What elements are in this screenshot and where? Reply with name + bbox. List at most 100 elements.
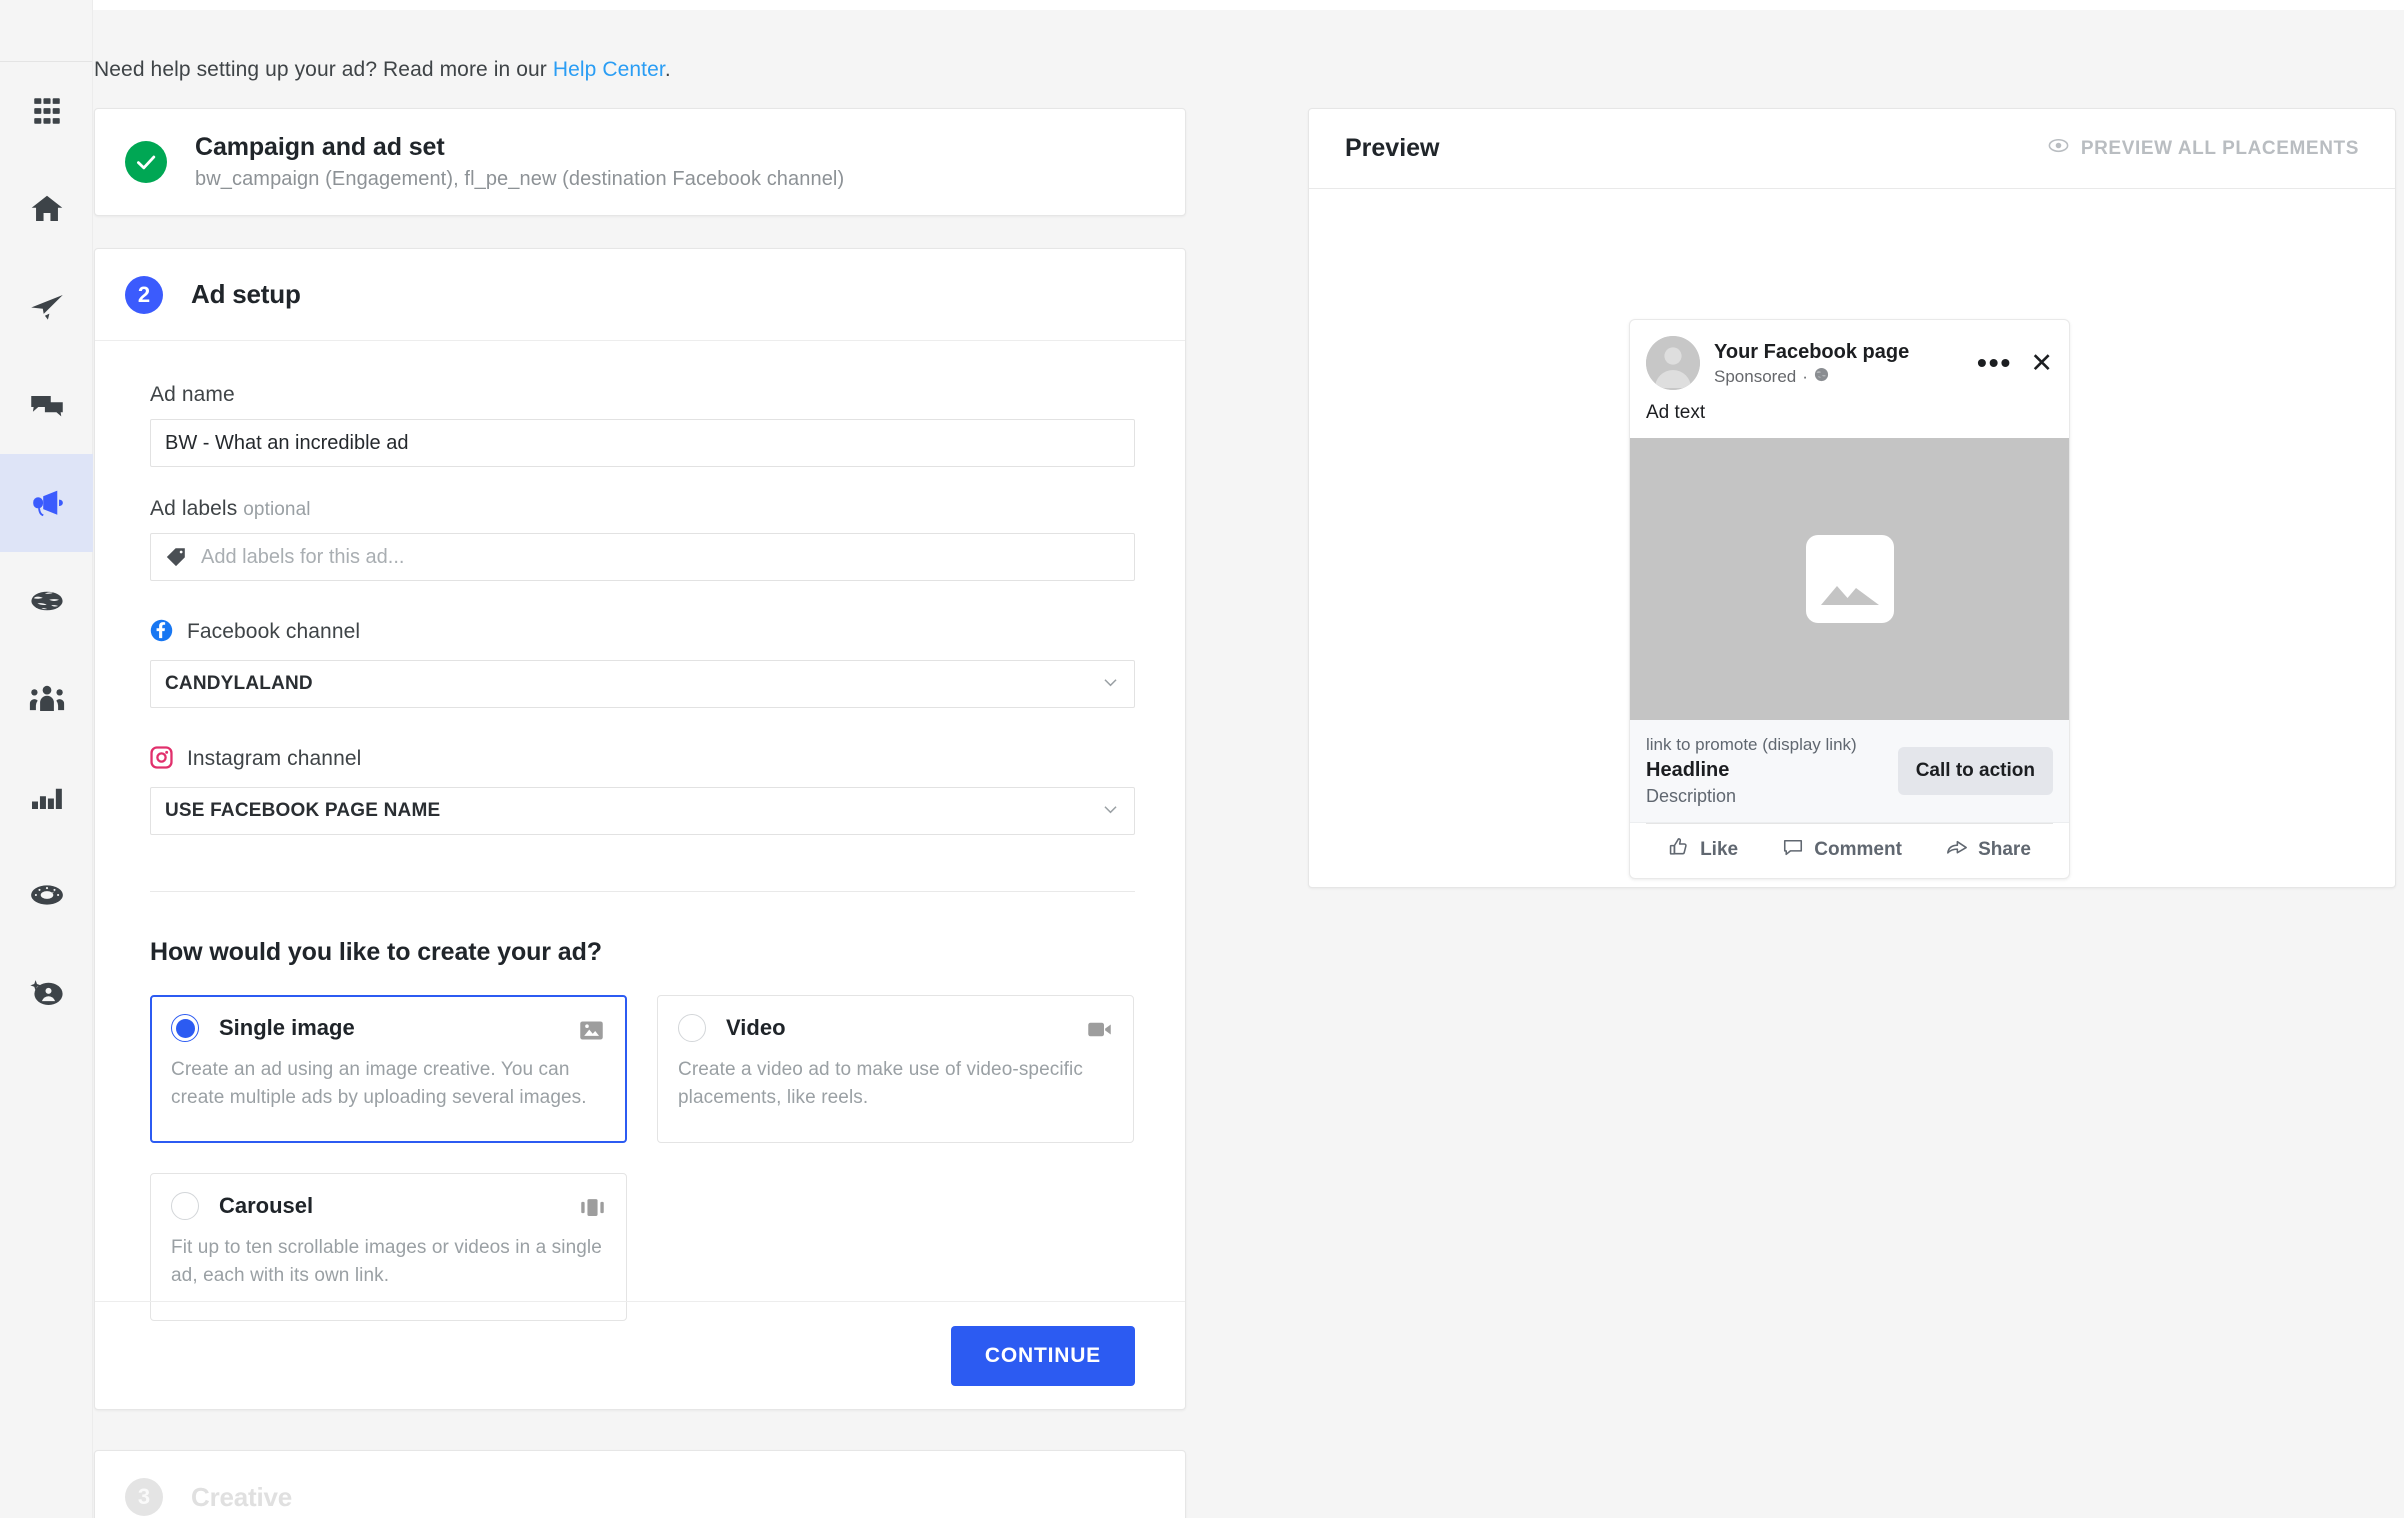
- help-text-before: Need help setting up your ad? Read more …: [94, 58, 553, 81]
- radio-carousel[interactable]: [171, 1192, 199, 1220]
- page-root: Need help setting up your ad? Read more …: [0, 0, 2404, 1518]
- preview-title: Preview: [1345, 134, 1440, 162]
- format-option-single-image[interactable]: Single image Create an ad using an image…: [150, 995, 627, 1143]
- ad-labels-optional-tag: optional: [243, 499, 311, 520]
- preview-header: Preview PREVIEW ALL PLACEMENTS: [1309, 109, 2395, 189]
- campaign-card-subtitle: bw_campaign (Engagement), fl_pe_new (des…: [195, 167, 845, 190]
- ad-description: Description: [1646, 785, 1737, 806]
- speedometer-icon: [29, 877, 65, 913]
- ad-preview-header: Your Facebook page Sponsored · ••• ✕: [1630, 320, 2069, 398]
- top-strip: [93, 0, 2404, 10]
- image-placeholder-icon: [1805, 535, 1894, 623]
- format-option-description: Create an ad using an image creative. Yo…: [171, 1059, 587, 1108]
- chevron-down-icon: [1101, 800, 1120, 823]
- share-label: Share: [1978, 839, 2031, 861]
- step-badge-3: 3: [125, 1478, 163, 1516]
- eye-icon: [2048, 135, 2069, 162]
- ad-image-placeholder: [1630, 438, 2069, 720]
- format-option-label: Carousel: [219, 1193, 314, 1218]
- paper-plane-icon: [29, 289, 65, 325]
- sidebar-item-audience[interactable]: [0, 650, 93, 748]
- chevron-down-icon: [1101, 673, 1120, 696]
- bar-chart-icon: [29, 779, 65, 815]
- sidebar-item-benchmark[interactable]: [0, 846, 93, 944]
- ad-name-input[interactable]: BW - What an incredible ad: [150, 419, 1135, 467]
- creative-title: Creative: [191, 1481, 293, 1512]
- format-option-description: Create a video ad to make use of video-s…: [678, 1059, 1083, 1108]
- carousel-icon: [579, 1194, 606, 1226]
- ad-labels-placeholder: Add labels for this ad...: [201, 545, 405, 568]
- radio-single-image[interactable]: [171, 1014, 199, 1042]
- sidebar-item-apps[interactable]: [0, 62, 93, 160]
- form-divider: [150, 891, 1135, 892]
- instagram-channel-select[interactable]: USE FACEBOOK PAGE NAME: [150, 787, 1135, 835]
- ad-format-question: How would you like to create your ad?: [150, 938, 602, 966]
- sidebar-item-influencers[interactable]: [0, 944, 93, 1042]
- ad-format-options: Single image Create an ad using an image…: [150, 995, 1135, 1321]
- sidebar-item-publish[interactable]: [0, 258, 93, 356]
- preview-all-placements-label: PREVIEW ALL PLACEMENTS: [2080, 137, 2359, 159]
- help-text-after: .: [664, 58, 671, 81]
- image-icon: [578, 1017, 605, 1049]
- comment-button[interactable]: Comment: [1782, 836, 1902, 864]
- help-center-link[interactable]: Help Center: [553, 58, 665, 81]
- sidebar-item-analyze[interactable]: [0, 748, 93, 846]
- radio-video[interactable]: [678, 1014, 706, 1042]
- left-nav-rail: [0, 0, 93, 1518]
- sidebar-item-monitor[interactable]: [0, 552, 93, 650]
- ellipsis-icon[interactable]: •••: [1977, 349, 2012, 377]
- format-option-carousel[interactable]: Carousel Fit up to ten scrollable images…: [150, 1173, 627, 1321]
- ad-engagement-bar: Like Comment Share: [1630, 823, 2069, 878]
- thumbs-up-icon: [1668, 836, 1690, 864]
- ad-link-bar: link to promote (display link) Headline …: [1630, 720, 2069, 824]
- megaphone-icon: [28, 484, 66, 522]
- instagram-channel-label-text: Instagram channel: [186, 747, 362, 770]
- ad-setup-title: Ad setup: [191, 279, 301, 309]
- creative-card[interactable]: 3 Creative: [94, 1450, 1186, 1518]
- format-option-label: Single image: [219, 1015, 355, 1040]
- influencer-icon: [29, 975, 65, 1011]
- ad-page-name: Your Facebook page: [1714, 340, 1910, 363]
- campaign-card-title: Campaign and ad set: [195, 133, 445, 162]
- preview-panel: Preview PREVIEW ALL PLACEMENTS Your Face…: [1308, 108, 2396, 888]
- preview-stage: Your Facebook page Sponsored · ••• ✕ Ad …: [1309, 189, 2395, 887]
- ad-setup-card: 2 Ad setup Ad name BW - What an incredib…: [94, 248, 1186, 1410]
- call-to-action-button[interactable]: Call to action: [1897, 747, 2053, 796]
- sidebar-item-engage[interactable]: [0, 356, 93, 454]
- continue-button[interactable]: CONTINUE: [950, 1325, 1135, 1386]
- check-circle-icon: [125, 141, 167, 183]
- video-camera-icon: [1086, 1016, 1113, 1048]
- facebook-channel-value: CANDYLALAND: [165, 673, 313, 694]
- sidebar-item-advertise[interactable]: [0, 454, 93, 552]
- globe-icon: [29, 583, 65, 619]
- ad-separator-dot: ·: [1802, 366, 1808, 386]
- ad-name-label: Ad name: [150, 383, 235, 406]
- facebook-channel-label-text: Facebook channel: [186, 620, 361, 643]
- ad-text: Ad text: [1646, 402, 1706, 423]
- ad-display-link: link to promote (display link): [1646, 735, 1857, 754]
- comment-icon: [1782, 836, 1804, 864]
- people-icon: [29, 681, 65, 717]
- ad-setup-footer: CONTINUE: [95, 1301, 1185, 1409]
- instagram-channel-label: Instagram channel: [150, 746, 1130, 775]
- preview-all-placements-button[interactable]: PREVIEW ALL PLACEMENTS: [2048, 135, 2359, 162]
- format-option-video[interactable]: Video Create a video ad to make use of v…: [657, 995, 1134, 1143]
- globe-icon: [1814, 367, 1829, 387]
- sidebar-item-home[interactable]: [0, 160, 93, 258]
- like-button[interactable]: Like: [1668, 836, 1738, 864]
- share-button[interactable]: Share: [1946, 836, 2031, 864]
- avatar: [1646, 336, 1700, 390]
- ad-setup-header: 2 Ad setup: [95, 249, 1185, 341]
- comment-label: Comment: [1814, 839, 1902, 861]
- like-label: Like: [1700, 839, 1739, 861]
- step-badge-2: 2: [125, 275, 163, 314]
- ad-name-value: BW - What an incredible ad: [165, 431, 409, 454]
- close-icon[interactable]: ✕: [2030, 349, 2053, 377]
- ad-labels-input[interactable]: Add labels for this ad...: [150, 533, 1135, 581]
- facebook-channel-label: Facebook channel: [150, 619, 1130, 648]
- chat-bubbles-icon: [29, 387, 65, 423]
- facebook-channel-select[interactable]: CANDYLALAND: [150, 660, 1135, 708]
- format-option-label: Video: [726, 1015, 786, 1040]
- instagram-icon: [150, 746, 173, 775]
- campaign-and-adset-card[interactable]: Campaign and ad set bw_campaign (Engagem…: [94, 108, 1186, 216]
